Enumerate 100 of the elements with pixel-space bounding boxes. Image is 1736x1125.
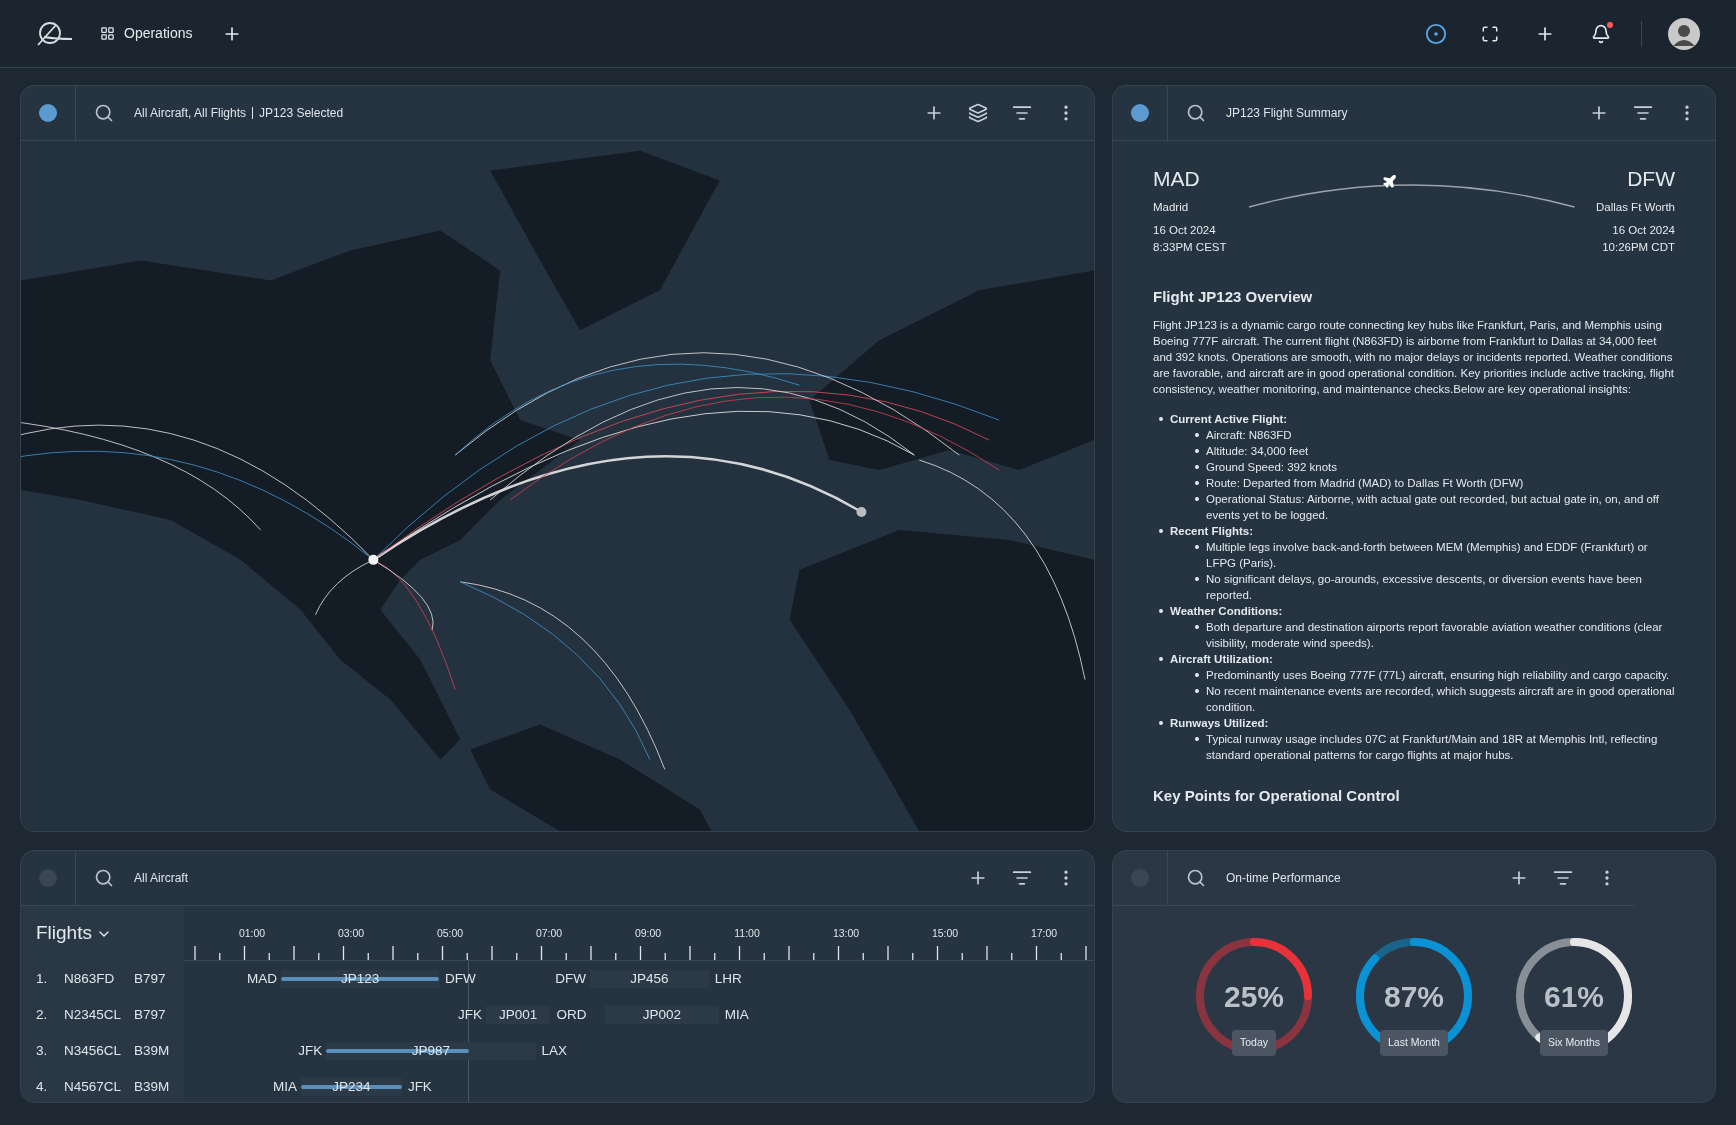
gauge-value: 87% <box>1383 979 1444 1015</box>
insight-heading: Recent Flights: <box>1170 523 1254 539</box>
row-number: 1. <box>36 969 49 988</box>
insight-point: Predominantly uses Boeing 777F (77L) aircraft, ensuring high reliability and cargo capacity. <box>1206 667 1670 683</box>
insight-point: Both departure and destination airports report favorable aviation weather conditions (clear visibility, moderate wind speeds). <box>1206 619 1664 651</box>
flights-title[interactable]: Flights <box>36 919 92 948</box>
bullet-icon <box>1195 624 1199 629</box>
filter-icon[interactable] <box>1012 103 1032 123</box>
time-label: 15:00 <box>931 926 959 941</box>
tail-number: N863FD <box>64 969 116 988</box>
flight-number: JP001 <box>499 1005 538 1024</box>
destination-city: Dallas Ft Worth <box>1595 199 1675 215</box>
gauge-label: Last Month <box>1380 1030 1448 1056</box>
bullet-icon <box>1159 528 1163 533</box>
gauge-label: Today <box>1232 1030 1276 1056</box>
panel-title[interactable]: On-time Performance <box>1226 869 1341 887</box>
bullet-icon <box>1195 464 1199 469</box>
time-label: 03:00 <box>337 926 365 941</box>
insight-heading: Weather Conditions: <box>1170 603 1283 619</box>
layers-icon[interactable] <box>968 103 988 123</box>
tail-number: N2345CL <box>64 1005 123 1024</box>
aircraft-type: B797 <box>134 969 166 988</box>
insight-point: No significant delays, go-arounds, excessive descents, or diversion events have been reported. <box>1206 571 1643 603</box>
filter-icon[interactable] <box>1633 103 1653 123</box>
flight-bar[interactable]: JP002 <box>604 1006 719 1024</box>
origin-city: Madrid <box>1153 199 1190 215</box>
search-query[interactable]: All Aircraft <box>134 869 188 887</box>
flight-bar[interactable]: JP456 <box>590 970 709 988</box>
flight-bar[interactable]: JP001 <box>486 1006 551 1024</box>
time-label: 09:00 <box>634 926 662 941</box>
overview-text: Flight JP123 is a dynamic cargo route connecting key hubs like Frankfurt, Paris, and Memphis using Boeing 777F aircraft. The current flight (N863FD) is airborne from Frankfurt to Dallas at 34,000 feet and 392 knots. Operations are smooth, with no major delays or incidents reported. Weather conditions are favorable, and aircraft are in good operational condition. Key priorities include active tracking, flight consistency, weather monitoring, and maintenance checks.Below are key operational insights: <box>1153 317 1675 397</box>
insight-point: No recent maintenance events are recorded, which suggests aircraft are in good operational condition. <box>1206 683 1675 715</box>
tail-number: N3456CL <box>64 1041 123 1060</box>
avatar[interactable] <box>1668 17 1700 50</box>
insight-point: Operational Status: Airborne, with actual gate out recorded, but actual gate in, on, and off events yet to be logged. <box>1206 491 1661 523</box>
section-title: Key Points for Operational Control <box>1153 785 1401 806</box>
row-number: 2. <box>36 1005 49 1024</box>
target-icon[interactable] <box>1425 22 1447 45</box>
airport-code: DFW <box>445 969 476 988</box>
insight-heading: Current Active Flight: <box>1170 411 1288 427</box>
arrival-date: 16 Oct 2024 <box>1612 222 1675 238</box>
flight-number: JP987 <box>411 1041 450 1060</box>
gauge-value: 61% <box>1543 979 1604 1015</box>
gauge-value: 25% <box>1223 979 1284 1015</box>
notification-icon[interactable] <box>1591 23 1611 44</box>
panel-title[interactable]: JP123 Flight Summary <box>1226 104 1348 122</box>
insight-point: Aircraft: N863FD <box>1206 427 1292 443</box>
aircraft-type: B797 <box>134 1005 166 1024</box>
airport-code: MAD <box>246 969 278 988</box>
airport-code: LAX <box>541 1041 568 1060</box>
flight-bar[interactable]: JP123 <box>281 970 439 988</box>
insight-heading: Aircraft Utilization: <box>1170 651 1273 667</box>
flight-number: JP002 <box>642 1005 681 1024</box>
bullet-icon <box>1195 480 1199 485</box>
insight-point: Ground Speed: 392 knots <box>1206 459 1338 475</box>
bullet-icon <box>1195 448 1199 453</box>
insight-point: Altitude: 34,000 feet <box>1206 443 1309 459</box>
search-icon[interactable] <box>94 868 114 888</box>
departure-date: 16 Oct 2024 <box>1153 222 1217 238</box>
search-icon[interactable] <box>1186 103 1206 123</box>
aircraft-type: B39M <box>134 1041 170 1060</box>
flight-bar[interactable]: JP987 <box>326 1042 536 1060</box>
search-icon[interactable] <box>94 103 114 123</box>
bullet-icon <box>1159 608 1163 613</box>
workspace-tab[interactable]: Operations <box>124 23 193 44</box>
grid-icon <box>100 26 115 41</box>
bullet-icon <box>1195 672 1199 677</box>
row-number: 4. <box>36 1077 49 1096</box>
airport-code: MIA <box>724 1005 749 1024</box>
airport-code: JFK <box>407 1077 432 1096</box>
search-icon[interactable] <box>1186 868 1206 888</box>
time-label: 07:00 <box>535 926 563 941</box>
flight-bar[interactable]: JP234 <box>300 1078 402 1096</box>
search-query[interactable]: All Aircraft, All Flights <box>134 104 247 122</box>
bullet-icon <box>1195 576 1199 581</box>
bullet-icon <box>1195 688 1199 693</box>
bullet-icon <box>1159 656 1163 661</box>
filter-icon[interactable] <box>1553 868 1573 888</box>
time-label: 13:00 <box>832 926 860 941</box>
flight-number: JP456 <box>630 969 669 988</box>
aircraft-type: B39M <box>134 1077 170 1096</box>
selection-label: JP123 Selected <box>259 105 344 122</box>
time-label: 01:00 <box>238 926 266 941</box>
airport-code: MIA <box>271 1077 297 1096</box>
airport-code: JFK <box>297 1041 323 1060</box>
overview-title: Flight JP123 Overview <box>1153 287 1314 308</box>
origin-code: MAD <box>1153 166 1201 192</box>
filter-icon[interactable] <box>1012 868 1032 888</box>
destination-code: DFW <box>1627 166 1675 192</box>
time-label: 11:00 <box>734 926 760 941</box>
insight-point: Multiple legs involve back-and-forth between MEM (Memphis) and EDDF (Frankfurt) or LFPG (Paris). <box>1206 539 1649 571</box>
departure-time: 8:33PM CEST <box>1153 240 1227 255</box>
airport-code: ORD <box>556 1005 587 1024</box>
airport-code: DFW <box>554 969 586 988</box>
bullet-icon <box>1195 496 1199 501</box>
fullscreen-icon[interactable] <box>1481 24 1499 43</box>
time-label: 05:00 <box>436 926 464 941</box>
bullet-icon <box>1159 720 1163 725</box>
flight-number: JP234 <box>332 1077 371 1096</box>
bullet-icon <box>1195 544 1199 549</box>
